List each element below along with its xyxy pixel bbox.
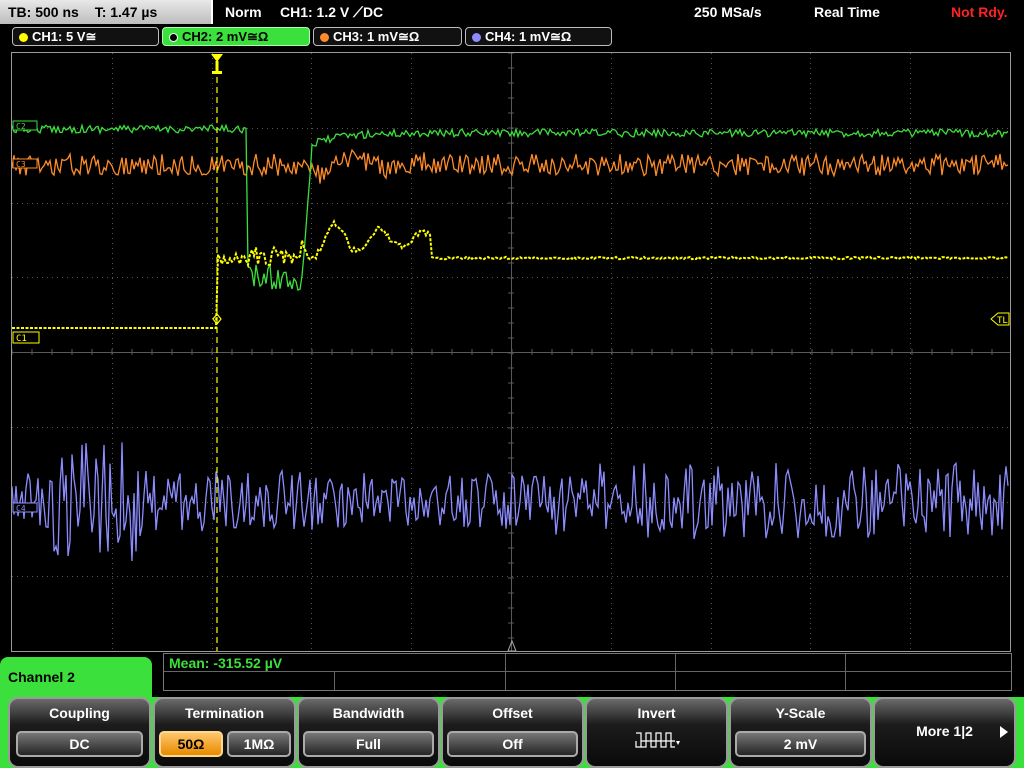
status-bar: TB: 500 ns T: 1.47 µs Norm CH1: 1.2 V ⟋D… (0, 0, 1024, 24)
ch2-marker-label: C2 (16, 122, 26, 131)
ch3-color-dot (320, 33, 329, 42)
ch4-color-dot (472, 33, 481, 42)
more-softkey[interactable]: More 1|2 (873, 697, 1016, 768)
measurement-cell-divider (675, 654, 676, 690)
invert-softkey[interactable]: Invert (585, 697, 728, 768)
trigger-info[interactable]: CH1: 1.2 V ⟋DC (280, 0, 383, 24)
trigger-time-readout: T: 1.47 µs (94, 4, 158, 20)
next-page-icon (1000, 726, 1008, 738)
measurement-cell-divider (845, 654, 846, 690)
termination-1mohm-option[interactable]: 1MΩ (227, 731, 291, 757)
mean-readout: Mean: -315.52 µV (169, 655, 283, 671)
coupling-softkey[interactable]: Coupling DC (8, 697, 151, 768)
ch1-marker-label: C1 (16, 334, 27, 344)
termination-50ohm-option[interactable]: 50Ω (159, 731, 223, 757)
menu-title: Channel 2 (0, 657, 152, 701)
bandwidth-value[interactable]: Full (303, 731, 434, 757)
waveform-canvas: C2 C3 C1 C4 TL (12, 53, 1010, 651)
trigger-mode[interactable]: Norm (225, 0, 262, 24)
tab-ch1[interactable]: CH1: 5 V≅ (12, 27, 159, 46)
offset-label: Offset (492, 705, 533, 721)
invert-label: Invert (637, 705, 676, 721)
ch3-ground-marker[interactable]: C3 (12, 158, 38, 169)
bandwidth-label: Bandwidth (332, 705, 405, 721)
offset-softkey[interactable]: Offset Off (441, 697, 584, 768)
yscale-value[interactable]: 2 mV (735, 731, 866, 757)
ch2-ground-marker[interactable]: C2 (12, 120, 38, 131)
sample-rate: 250 MSa/s (694, 4, 762, 20)
invert-waveform-icon (635, 732, 680, 748)
timebase-readout: TB: 500 ns (8, 4, 79, 20)
coupling-value[interactable]: DC (16, 731, 143, 757)
tab-ch1-label: CH1: 5 V≅ (32, 29, 97, 44)
ch3-marker-label: C3 (16, 160, 26, 169)
waveform-display[interactable]: C2 C3 C1 C4 TL (11, 52, 1011, 652)
tab-ch2[interactable]: CH2: 2 mV≅Ω (162, 27, 310, 46)
yscale-label: Y-Scale (775, 705, 826, 721)
tab-ch3[interactable]: CH3: 1 mV≅Ω (313, 27, 462, 46)
channel-tabs: CH1: 5 V≅ CH2: 2 mV≅Ω CH3: 1 mV≅Ω CH4: 1… (0, 26, 1024, 48)
ch4-waveform (12, 442, 1009, 562)
ch3-waveform (12, 148, 1009, 184)
ch2-color-dot (169, 33, 178, 42)
bandwidth-softkey[interactable]: Bandwidth Full (297, 697, 440, 768)
yscale-softkey[interactable]: Y-Scale 2 mV (729, 697, 872, 768)
measurement-panel[interactable]: Mean: -315.52 µV (163, 653, 1012, 691)
ch1-waveform (12, 218, 1009, 329)
termination-label: Termination (184, 705, 265, 721)
trigger-level-marker[interactable]: TL (990, 312, 1010, 326)
offset-value[interactable]: Off (447, 731, 578, 757)
measurement-divider (164, 671, 1011, 672)
tab-ch4[interactable]: CH4: 1 mV≅Ω (465, 27, 612, 46)
tab-ch3-label: CH3: 1 mV≅Ω (333, 29, 420, 44)
ch1-color-dot (19, 33, 28, 42)
run-state[interactable]: Not Rdy. (951, 0, 1008, 24)
tab-ch2-label: CH2: 2 mV≅Ω (182, 29, 269, 44)
timebase-box[interactable]: TB: 500 ns T: 1.47 µs (0, 0, 213, 24)
ch4-ground-marker[interactable]: C4 (12, 502, 38, 513)
ch4-marker-label: C4 (16, 504, 26, 513)
trigger-level-label: TL (997, 316, 1008, 326)
graticule (12, 53, 1010, 651)
acquisition-mode[interactable]: Real Time (814, 0, 880, 24)
more-label: More 1|2 (916, 723, 973, 739)
ch2-waveform (12, 123, 1009, 292)
tab-ch4-label: CH4: 1 mV≅Ω (485, 29, 572, 44)
termination-softkey[interactable]: Termination 50Ω 1MΩ (153, 697, 296, 768)
measurement-cell-divider (334, 671, 335, 690)
measurement-cell-divider (505, 654, 506, 690)
ch1-ground-marker[interactable]: C1 (12, 331, 40, 344)
coupling-label: Coupling (49, 705, 110, 721)
